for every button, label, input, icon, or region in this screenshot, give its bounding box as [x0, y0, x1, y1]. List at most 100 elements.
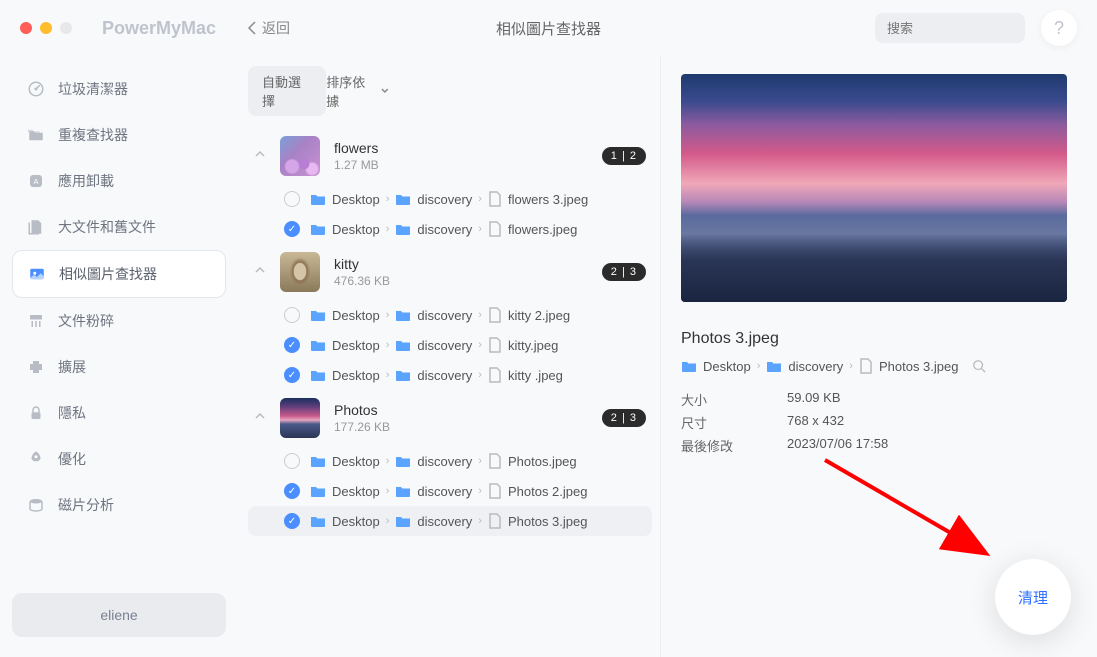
group-toggle[interactable] — [254, 147, 266, 165]
sidebar-item-file-shredder[interactable]: 文件粉碎 — [12, 298, 226, 344]
sidebar-item-label: 應用卸載 — [58, 171, 114, 191]
file-icon — [859, 358, 873, 374]
folder-icon — [681, 359, 697, 373]
file-row[interactable]: Desktop›discovery›Photos 3.jpeg — [248, 506, 652, 536]
shredder-icon — [26, 312, 46, 330]
file-icon — [488, 513, 502, 529]
sidebar-item-extensions[interactable]: 擴展 — [12, 344, 226, 390]
group-toggle[interactable] — [254, 409, 266, 427]
group-size: 476.36 KB — [334, 274, 588, 288]
file-checkbox[interactable] — [284, 453, 300, 469]
file-checkbox[interactable] — [284, 513, 300, 529]
folder-icon — [395, 454, 411, 468]
sidebar: 垃圾清潔器 重複查找器 A 應用卸載 大文件和舊文件 相似圖片查找器 文件粉碎 … — [0, 56, 238, 657]
folder-icon — [310, 454, 326, 468]
sidebar-item-junk-cleaner[interactable]: 垃圾清潔器 — [12, 66, 226, 112]
sidebar-item-label: 隱私 — [58, 403, 86, 423]
folder-icon — [310, 338, 326, 352]
sidebar-item-label: 垃圾清潔器 — [58, 79, 128, 99]
group-count-badge: 1 | 2 — [602, 147, 646, 165]
sidebar-item-large-old-files[interactable]: 大文件和舊文件 — [12, 204, 226, 250]
sidebar-item-label: 文件粉碎 — [58, 311, 114, 331]
folders-icon — [26, 126, 46, 144]
sidebar-item-label: 重複查找器 — [58, 125, 128, 145]
clean-button[interactable]: 清理 — [995, 559, 1071, 635]
sidebar-item-similar-image-finder[interactable]: 相似圖片查找器 — [12, 250, 226, 298]
sidebar-item-duplicate-finder[interactable]: 重複查找器 — [12, 112, 226, 158]
file-row[interactable]: Desktop›discovery›kitty .jpeg — [248, 360, 652, 390]
chevron-down-icon — [380, 86, 390, 96]
window-controls — [20, 22, 72, 34]
chevron-left-icon — [248, 21, 256, 35]
group-thumbnail — [280, 252, 320, 292]
file-icon — [488, 453, 502, 469]
folder-icon — [395, 484, 411, 498]
folder-icon — [395, 192, 411, 206]
file-row[interactable]: Desktop›discovery›kitty.jpeg — [248, 330, 652, 360]
folder-icon — [310, 308, 326, 322]
file-checkbox[interactable] — [284, 367, 300, 383]
puzzle-icon — [26, 358, 46, 376]
file-icon — [488, 191, 502, 207]
reveal-in-finder-icon[interactable] — [972, 359, 986, 373]
sidebar-item-privacy[interactable]: 隱私 — [12, 390, 226, 436]
minimize-window[interactable] — [40, 22, 52, 34]
preview-filename: Photos 3.jpeg — [681, 330, 1067, 348]
back-button[interactable]: 返回 — [248, 18, 290, 38]
file-icon — [488, 307, 502, 323]
folder-icon — [766, 359, 782, 373]
sidebar-item-label: 磁片分析 — [58, 495, 114, 515]
user-account[interactable]: eliene — [12, 593, 226, 637]
meta-size-label: 大小 — [681, 390, 787, 409]
back-label: 返回 — [262, 18, 290, 38]
group-toggle[interactable] — [254, 263, 266, 281]
file-row[interactable]: Desktop›discovery›kitty 2.jpeg — [248, 300, 652, 330]
file-row[interactable]: Desktop›discovery›flowers 3.jpeg — [248, 184, 652, 214]
help-button[interactable]: ? — [1041, 10, 1077, 46]
file-checkbox[interactable] — [284, 337, 300, 353]
preview-image — [681, 74, 1067, 302]
file-path: Desktop›discovery›kitty 2.jpeg — [310, 307, 570, 323]
file-icon — [488, 221, 502, 237]
file-path: Desktop›discovery›Photos.jpeg — [310, 453, 577, 469]
maximize-window[interactable] — [60, 22, 72, 34]
close-window[interactable] — [20, 22, 32, 34]
folder-icon — [395, 222, 411, 236]
file-row[interactable]: Desktop›discovery›flowers.jpeg — [248, 214, 652, 244]
file-path: Desktop›discovery›flowers.jpeg — [310, 221, 577, 237]
preview-path: Desktop› discovery› Photos 3.jpeg — [681, 358, 1067, 374]
folder-icon — [395, 308, 411, 322]
sort-by-dropdown[interactable]: 排序依據 — [326, 72, 390, 110]
search-input[interactable] — [887, 21, 1063, 36]
group-count-badge: 2 | 3 — [602, 263, 646, 281]
file-path: Desktop›discovery›kitty.jpeg — [310, 337, 558, 353]
disk-icon — [26, 496, 46, 514]
meta-dims-value: 768 x 432 — [787, 413, 844, 432]
auto-select-button[interactable]: 自動選擇 — [248, 66, 326, 116]
folder-icon — [395, 368, 411, 382]
file-checkbox[interactable] — [284, 221, 300, 237]
sidebar-item-label: 大文件和舊文件 — [58, 217, 156, 237]
folder-icon — [395, 514, 411, 528]
group-name: Photos — [334, 402, 588, 418]
path-segment: discovery — [788, 359, 843, 374]
sidebar-item-label: 擴展 — [58, 357, 86, 377]
sidebar-item-label: 優化 — [58, 449, 86, 469]
sidebar-item-disk-analysis[interactable]: 磁片分析 — [12, 482, 226, 528]
rocket-icon — [26, 450, 46, 468]
path-segment: Photos 3.jpeg — [879, 359, 959, 374]
file-path: Desktop›discovery›Photos 2.jpeg — [310, 483, 587, 499]
file-checkbox[interactable] — [284, 307, 300, 323]
file-checkbox[interactable] — [284, 483, 300, 499]
file-path: Desktop›discovery›flowers 3.jpeg — [310, 191, 588, 207]
folder-icon — [310, 368, 326, 382]
file-row[interactable]: Desktop›discovery›Photos 2.jpeg — [248, 476, 652, 506]
group-name: flowers — [334, 140, 588, 156]
sidebar-item-optimize[interactable]: 優化 — [12, 436, 226, 482]
search-box[interactable] — [875, 13, 1025, 43]
folder-icon — [310, 514, 326, 528]
sidebar-item-app-uninstaller[interactable]: A 應用卸載 — [12, 158, 226, 204]
file-checkbox[interactable] — [284, 191, 300, 207]
meta-mod-value: 2023/07/06 17:58 — [787, 436, 888, 455]
file-row[interactable]: Desktop›discovery›Photos.jpeg — [248, 446, 652, 476]
